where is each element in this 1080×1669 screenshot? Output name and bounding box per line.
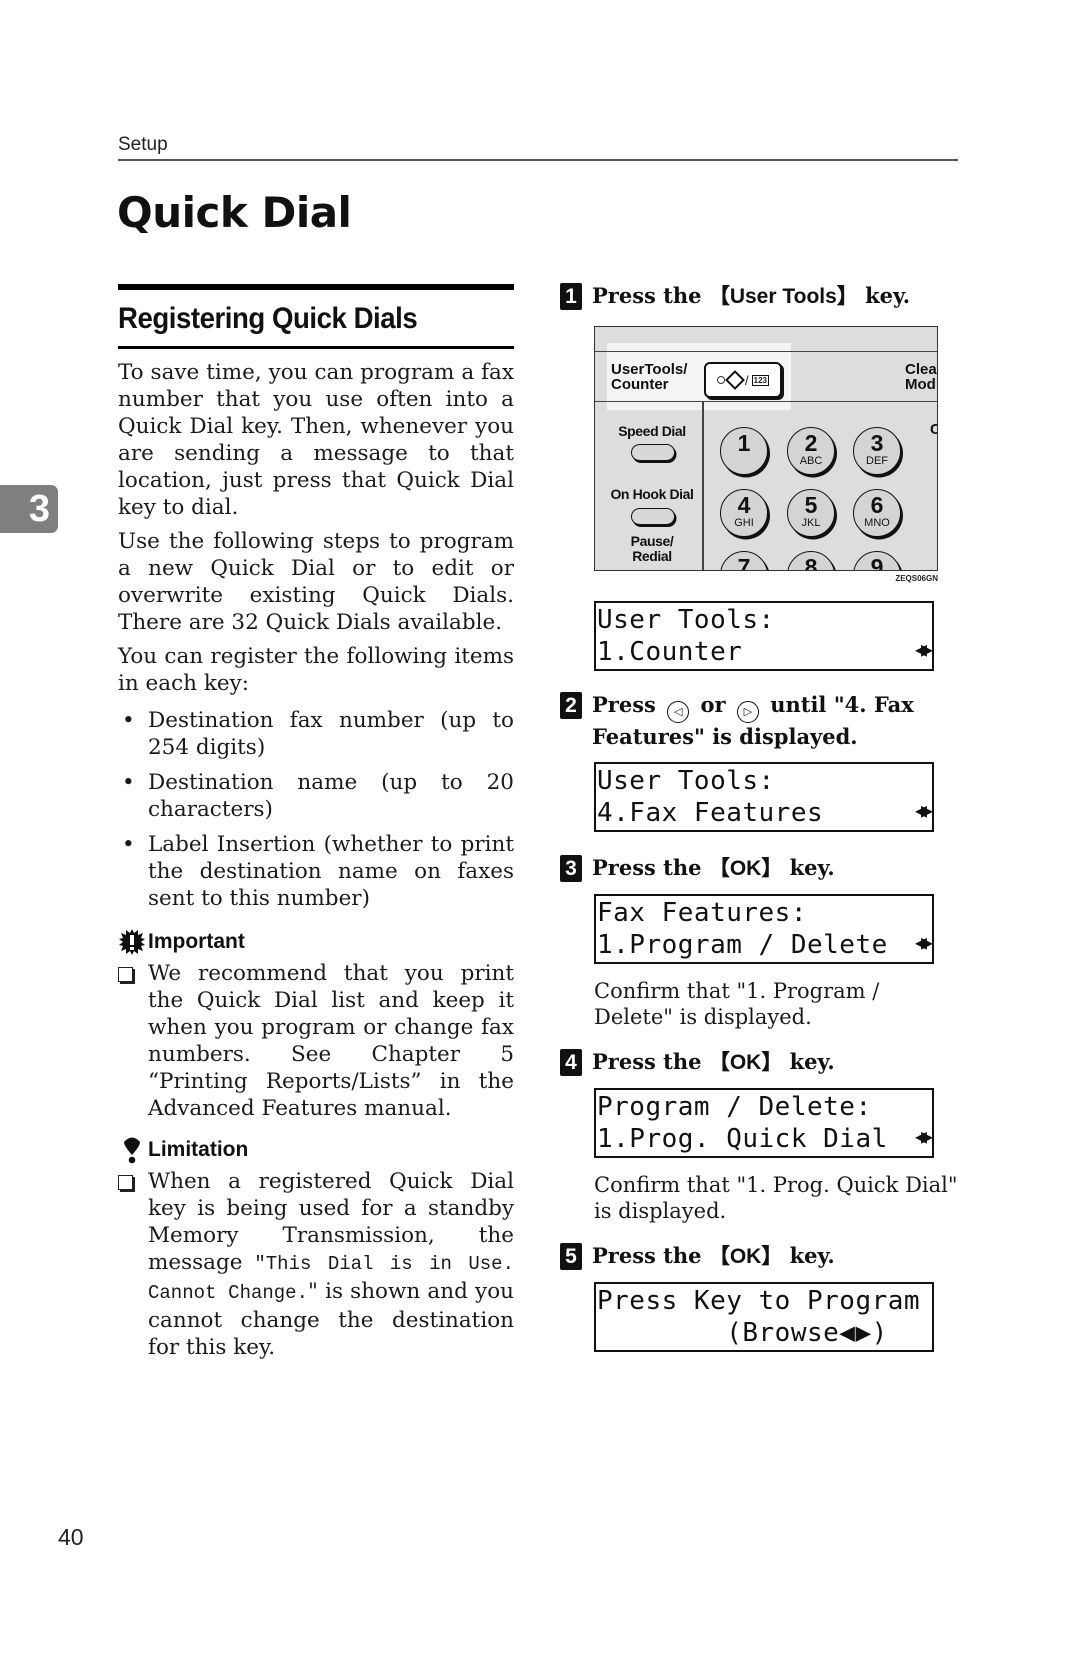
lcd-display-step-1: User Tools: 1.Counter ◀▶ bbox=[594, 601, 934, 671]
checkbox-square-icon bbox=[118, 967, 133, 982]
limitation-title: Limitation bbox=[148, 1138, 249, 1161]
confirm-text-step-4: Confirm that "1. Prog. Quick Dial" is di… bbox=[594, 1172, 958, 1223]
step-1: 1 Press the 【User Tools】 key. bbox=[560, 282, 960, 310]
step-number: 5 bbox=[560, 1242, 582, 1270]
control-panel-illustration: UserTools/ Counter / 123 Clea Mod C Spee… bbox=[594, 326, 938, 571]
step-number: 3 bbox=[560, 854, 582, 882]
right-arrow-button-icon: ▷ bbox=[736, 700, 759, 723]
keypad-key[interactable]: 2 ABC bbox=[787, 427, 835, 475]
speed-dial-button[interactable] bbox=[631, 444, 675, 461]
pause-redial-label: Pause/ Redial bbox=[630, 533, 674, 564]
user-tools-counter-label: UserTools/ Counter bbox=[611, 361, 688, 393]
checkbox-square-icon bbox=[118, 1175, 133, 1190]
confirm-text-step-3: Confirm that "1. Program / Delete" is di… bbox=[594, 978, 880, 1029]
ok-key-label: OK bbox=[729, 1244, 762, 1268]
step-4: 4 Press the 【OK】 key. bbox=[560, 1048, 960, 1076]
ok-key-label: OK bbox=[729, 856, 762, 880]
important-note: We recommend that you print the Quick Di… bbox=[118, 960, 514, 1122]
section-rule-top bbox=[118, 284, 514, 290]
bullet-icon: • bbox=[122, 770, 135, 795]
list-item: • Label Insertion (whether to print the d… bbox=[122, 832, 514, 911]
right-column: 1 Press the 【User Tools】 key. UserTools/… bbox=[560, 282, 960, 1352]
counter-123-icon: 123 bbox=[751, 374, 769, 386]
step-number: 1 bbox=[560, 283, 582, 310]
page-title: Quick Dial bbox=[117, 188, 352, 237]
lcd-display-step-4: Program / Delete: 1.Prog. Quick Dial ◀▶ bbox=[594, 1087, 934, 1158]
chapter-tab: 3 bbox=[0, 485, 58, 533]
register-items-list: • Destination fax number (up to 254 digit… bbox=[118, 707, 514, 912]
keypad-key[interactable]: 7 bbox=[720, 551, 768, 570]
keypad-key[interactable]: 3 DEF bbox=[853, 427, 901, 475]
important-heading: Important bbox=[118, 928, 514, 956]
indicator-led-icon bbox=[717, 376, 725, 384]
user-tools-key-label: User Tools bbox=[729, 285, 837, 308]
limitation-note: When a registered Quick Dial key is bein… bbox=[118, 1168, 514, 1361]
steps-paragraph: Use the following steps to program a new… bbox=[118, 529, 514, 635]
ok-key-label: OK bbox=[729, 1050, 762, 1074]
lcd-display-step-2: User Tools: 4.Fax Features ◀▶ bbox=[594, 761, 934, 832]
header-rule bbox=[118, 159, 958, 161]
left-arrow-button-icon: ◁ bbox=[667, 700, 690, 723]
section-rule-bottom bbox=[118, 346, 514, 349]
section-title: Registering Quick Dials bbox=[118, 302, 418, 335]
clear-modes-label: Clea Mod bbox=[905, 361, 937, 393]
on-hook-dial-label: On Hook Dial bbox=[610, 486, 694, 502]
step-number: 4 bbox=[560, 1048, 582, 1076]
items-paragraph: You can register the following items in … bbox=[118, 644, 514, 696]
keypad-key[interactable]: 9 bbox=[853, 551, 901, 570]
step-5: 5 Press the 【OK】 key. bbox=[560, 1242, 960, 1270]
keypad-key[interactable]: 8 bbox=[787, 551, 835, 570]
user-tools-counter-key[interactable]: / 123 bbox=[704, 362, 782, 398]
left-right-arrow-icon: ◀▶ bbox=[914, 1123, 933, 1148]
clipped-label: C bbox=[930, 421, 937, 438]
user-tools-diamond-icon bbox=[725, 370, 745, 390]
important-burst-icon bbox=[118, 928, 146, 956]
page-number: 40 bbox=[58, 1524, 84, 1550]
step-2: 2 Press ◁ or ▷ until "4. Fax Features" i… bbox=[560, 691, 960, 750]
keypad-key[interactable]: 4 GHI bbox=[720, 489, 768, 537]
running-head: Setup bbox=[118, 134, 168, 155]
limitation-heading: Limitation bbox=[118, 1136, 514, 1164]
speed-dial-label: Speed Dial bbox=[618, 423, 686, 439]
keypad-key[interactable]: 5 JKL bbox=[787, 489, 835, 537]
left-right-arrow-icon: ◀▶ bbox=[914, 797, 933, 822]
bullet-icon: • bbox=[122, 708, 135, 733]
important-title: Important bbox=[148, 930, 245, 953]
figure-code: ZEQS06GN bbox=[895, 574, 938, 583]
lcd-display-step-5: Press Key to Program (Browse◀▶) bbox=[594, 1281, 934, 1352]
on-hook-dial-button[interactable] bbox=[631, 508, 675, 525]
step-number: 2 bbox=[560, 692, 582, 719]
step-3: 3 Press the 【OK】 key. bbox=[560, 854, 960, 882]
bullet-icon: • bbox=[122, 832, 135, 857]
keypad-key[interactable]: 1 bbox=[720, 427, 768, 475]
left-right-arrow-icon: ◀▶ bbox=[914, 929, 933, 954]
lcd-display-step-3: Fax Features: 1.Program / Delete ◀▶ bbox=[594, 893, 934, 964]
left-right-arrow-icon: ◀▶ bbox=[914, 637, 933, 661]
list-item: • Destination fax number (up to 254 digit… bbox=[122, 708, 514, 760]
keypad-key[interactable]: 6 MNO bbox=[853, 489, 901, 537]
intro-paragraph: To save time, you can program a fax numb… bbox=[118, 360, 514, 520]
left-column: Registering Quick Dials To save time, yo… bbox=[118, 284, 514, 1361]
limitation-exclamation-icon bbox=[118, 1136, 146, 1164]
list-item: • Destination name (up to 20 characters) bbox=[122, 770, 514, 822]
